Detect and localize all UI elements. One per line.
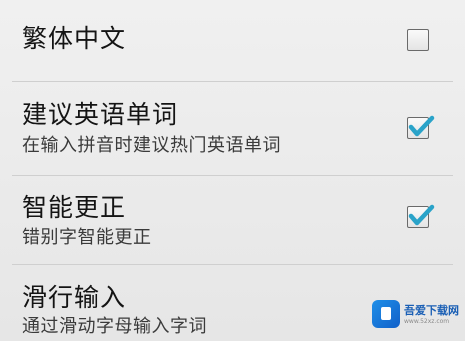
setting-description: 错别字智能更正 [22, 227, 152, 248]
setting-title: 智能更正 [22, 193, 127, 222]
setting-title: 滑行输入 [22, 283, 127, 312]
watermark-logo: 吾爱下载网 www.52xz.com [372, 300, 462, 332]
setting-smart-correction[interactable]: 智能更正 错别字智能更正 [0, 176, 465, 264]
setting-title: 繁体中文 [22, 24, 127, 53]
setting-description: 通过滑动字母输入字词 [22, 316, 207, 337]
checkmark-icon [408, 115, 435, 137]
checkmark-icon [408, 204, 435, 226]
setting-suggest-english[interactable]: 建议英语单词 在输入拼音时建议热门英语单词 [0, 82, 465, 175]
setting-traditional-chinese[interactable]: 繁体中文 [0, 0, 465, 81]
setting-description: 在输入拼音时建议热门英语单词 [22, 135, 281, 156]
setting-title: 建议英语单词 [22, 100, 179, 129]
watermark-url: www.52xz.com [404, 318, 450, 325]
suggest-english-checkbox[interactable] [407, 115, 435, 139]
logo-icon [372, 300, 400, 328]
watermark-name: 吾爱下载网 [404, 304, 459, 317]
smart-correction-checkbox[interactable] [407, 204, 435, 228]
traditional-chinese-checkbox[interactable] [407, 29, 429, 51]
settings-screen: 繁体中文 建议英语单词 在输入拼音时建议热门英语单词 智能更正 错别字智能更正 … [0, 0, 465, 341]
